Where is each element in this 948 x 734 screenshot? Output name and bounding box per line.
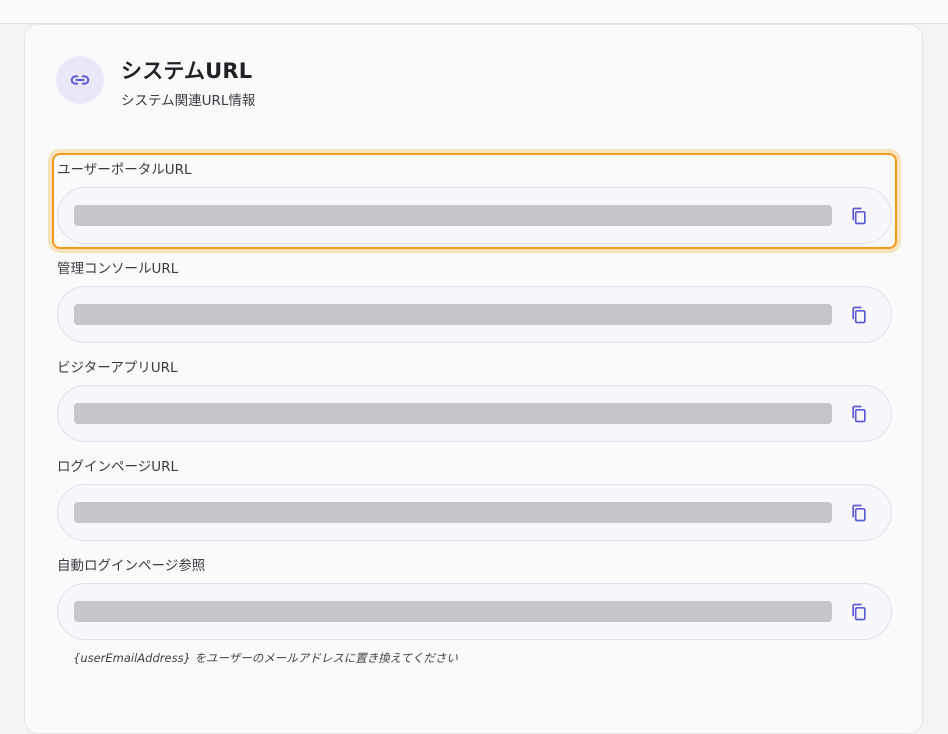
admin-console-url-field[interactable] [57, 286, 892, 343]
visitor-app-url-value[interactable] [74, 403, 832, 424]
copy-icon[interactable] [847, 303, 871, 327]
login-page-url-value[interactable] [74, 502, 832, 523]
copy-icon[interactable] [847, 402, 871, 426]
login-page-url-field[interactable] [57, 484, 892, 541]
page-title: システムURL [121, 59, 253, 83]
field-label-auto-login-page: 自動ログインページ参照 [57, 558, 206, 574]
user-portal-url-field[interactable] [57, 187, 892, 244]
top-bar [0, 0, 948, 24]
page-subtitle: システム関連URL情報 [121, 93, 256, 109]
field-label-visitor-app-url: ビジターアプリURL [57, 360, 178, 376]
copy-icon[interactable] [847, 501, 871, 525]
user-portal-url-value[interactable] [74, 205, 832, 226]
auto-login-page-field[interactable] [57, 583, 892, 640]
system-url-card: システムURL システム関連URL情報 ユーザーポータルURL 管理コンソールU… [24, 24, 923, 734]
auto-login-page-value[interactable] [74, 601, 832, 622]
field-label-admin-console-url: 管理コンソールURL [57, 261, 179, 277]
copy-icon[interactable] [847, 600, 871, 624]
field-label-user-portal-url: ユーザーポータルURL [57, 162, 192, 178]
field-label-login-page-url: ログインページURL [57, 459, 179, 475]
link-icon [56, 56, 104, 104]
visitor-app-url-field[interactable] [57, 385, 892, 442]
admin-console-url-value[interactable] [74, 304, 832, 325]
copy-icon[interactable] [847, 204, 871, 228]
placeholder-hint: {userEmailAddress} をユーザーのメールアドレスに置き換えてくだ… [73, 651, 458, 665]
